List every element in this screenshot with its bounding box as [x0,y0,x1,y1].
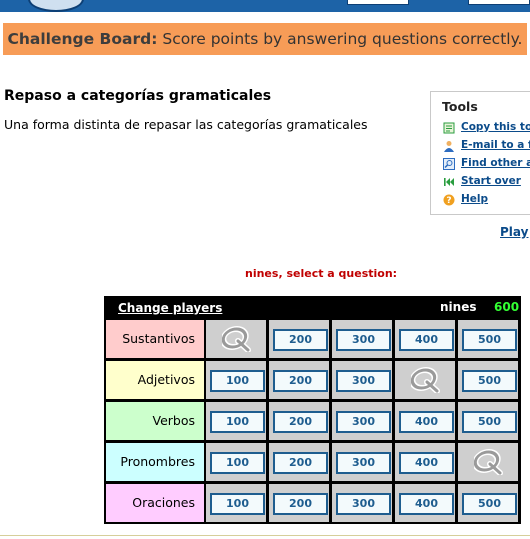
find-icon [443,158,455,170]
tool-copy[interactable]: Copy this to [443,121,530,137]
tools-panel: Tools Copy this to E-mail to a f Find ot… [430,91,530,215]
question-button[interactable]: 200 [273,493,328,515]
question-cell: 400 [395,402,455,440]
category-label: Oraciones [106,484,204,522]
question-cell: 500 [458,320,518,358]
question-cell: 200 [269,361,329,399]
tool-help-link[interactable]: Help [461,193,488,205]
tool-start-over-link[interactable]: Start over [461,175,521,187]
question-cell: 300 [332,361,392,399]
question-cell: 100 [206,484,266,522]
tool-help[interactable]: ? Help [443,193,530,209]
question-button[interactable]: 500 [462,370,517,392]
question-button[interactable]: 300 [336,370,391,392]
question-cell: 300 [332,443,392,481]
board-header: Change players nines 600 [104,296,521,318]
question-cell: 200 [269,443,329,481]
question-cell: 100 [206,443,266,481]
banner-text: Score points by answering questions corr… [157,30,523,48]
question-button[interactable]: 200 [273,452,328,474]
copy-icon [443,122,455,134]
tool-copy-link[interactable]: Copy this to [461,121,530,133]
question-cell: 200 [269,320,329,358]
question-cell: 400 [395,484,455,522]
question-button[interactable]: 300 [336,493,391,515]
question-cell: 200 [269,484,329,522]
question-button[interactable]: 500 [462,411,517,433]
tool-find-link[interactable]: Find other a [461,157,530,169]
email-person-icon [444,141,454,152]
question-button[interactable]: 400 [399,452,454,474]
question-button[interactable]: 500 [462,329,517,351]
svg-text:?: ? [446,196,451,206]
tool-start-over[interactable]: Start over [443,175,530,191]
question-cell: 400 [395,320,455,358]
question-cell: 300 [332,320,392,358]
page-subtitle: Una forma distinta de repasar las catego… [4,117,368,132]
play-link[interactable]: Play [500,225,528,239]
tool-find[interactable]: Find other a [443,157,530,173]
turn-prompt: nines, select a question: [245,267,398,280]
answered-q-icon [222,326,251,352]
question-button[interactable]: 200 [273,329,328,351]
player-name: nines [440,300,477,314]
question-button[interactable]: 300 [336,452,391,474]
category-label: Pronombres [106,443,204,481]
player-score: 600 [494,300,520,314]
site-logo[interactable] [28,0,84,12]
question-button[interactable]: 200 [273,411,328,433]
question-button[interactable]: 100 [210,452,265,474]
question-cell: 500 [458,402,518,440]
question-cell: 300 [332,484,392,522]
question-button[interactable]: 500 [462,493,517,515]
question-cell: 500 [458,484,518,522]
challenge-board-banner: Challenge Board: Score points by answeri… [3,23,527,55]
answered-cell [206,320,266,358]
change-players-link[interactable]: Change players [118,301,222,315]
question-button[interactable]: 400 [399,493,454,515]
footer-divider [0,535,530,536]
question-button[interactable]: 100 [210,493,265,515]
site-header [0,0,530,12]
answered-q-icon [474,449,503,475]
answered-cell [395,361,455,399]
answered-q-icon [411,367,440,393]
question-cell: 300 [332,402,392,440]
page-title: Repaso a categorías gramaticales [4,88,272,104]
question-cell: 100 [206,402,266,440]
rewind-icon [444,178,454,186]
question-button[interactable]: 400 [399,329,454,351]
help-icon: ? [443,194,455,206]
category-label: Adjetivos [106,361,204,399]
header-search-input[interactable] [347,0,409,5]
question-cell: 400 [395,443,455,481]
banner-title: Challenge Board: [7,30,158,48]
question-button[interactable]: 400 [399,411,454,433]
question-button[interactable]: 300 [336,329,391,351]
tools-heading: Tools [442,99,478,114]
question-cell: 100 [206,361,266,399]
question-button[interactable]: 200 [273,370,328,392]
category-label: Verbos [106,402,204,440]
answered-cell [458,443,518,481]
header-login-field[interactable] [468,0,530,5]
question-cell: 200 [269,402,329,440]
question-button[interactable]: 100 [210,411,265,433]
challenge-board: Change players nines 600 Sustantivos 200 3… [104,296,521,524]
tool-email[interactable]: E-mail to a f [443,139,530,155]
question-cell: 500 [458,361,518,399]
category-label: Sustantivos [106,320,204,358]
question-button[interactable]: 100 [210,370,265,392]
tool-email-link[interactable]: E-mail to a f [461,139,530,151]
question-button[interactable]: 300 [336,411,391,433]
